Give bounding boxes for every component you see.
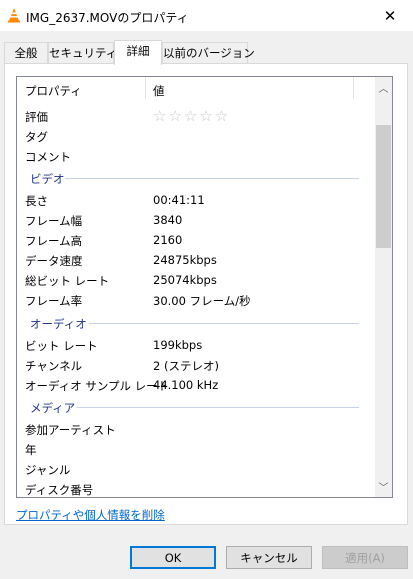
property-name: フレーム高 bbox=[25, 234, 83, 248]
group-header-audio: オーディオ bbox=[17, 313, 375, 333]
property-name: タグ bbox=[25, 130, 48, 144]
list-item[interactable]: 年 bbox=[17, 439, 375, 459]
list-item[interactable]: 総ビット レート 25074kbps bbox=[17, 270, 375, 290]
group-header-media: メディア bbox=[17, 397, 375, 417]
scroll-up-arrow[interactable]: ︿ bbox=[375, 79, 392, 96]
property-name: データ速度 bbox=[25, 254, 83, 268]
group-label: メディア bbox=[30, 401, 76, 415]
vlc-cone-icon bbox=[8, 8, 20, 23]
list-header: プロパティ 値 bbox=[17, 77, 375, 101]
column-header-property[interactable]: プロパティ bbox=[25, 83, 82, 99]
property-name: 長さ bbox=[25, 194, 48, 208]
property-name: 参加アーティスト bbox=[25, 423, 116, 437]
column-divider[interactable] bbox=[145, 77, 146, 99]
list-item[interactable]: フレーム率 30.00 フレーム/秒 bbox=[17, 290, 375, 310]
close-button[interactable]: ✕ bbox=[367, 0, 413, 31]
property-list[interactable]: プロパティ 値 評価 ☆☆☆☆☆ タグ コメント ビデオ 長さ 00:41:11… bbox=[16, 76, 393, 498]
list-item[interactable]: ジャンル bbox=[17, 459, 375, 479]
list-item-rating[interactable]: 評価 ☆☆☆☆☆ bbox=[17, 106, 375, 126]
property-value: 2 (ステレオ) bbox=[153, 359, 219, 373]
property-value: 3840 bbox=[153, 213, 183, 227]
column-header-value[interactable]: 値 bbox=[153, 83, 165, 99]
property-value: 24875kbps bbox=[153, 253, 217, 267]
details-panel: プロパティ 値 評価 ☆☆☆☆☆ タグ コメント ビデオ 長さ 00:41:11… bbox=[4, 63, 408, 525]
chevron-up-icon: ︿ bbox=[378, 84, 389, 95]
group-divider bbox=[77, 407, 359, 408]
property-name: コメント bbox=[25, 150, 71, 164]
group-label: ビデオ bbox=[30, 172, 65, 186]
apply-button[interactable]: 適用(A) bbox=[322, 546, 408, 569]
list-item[interactable]: データ速度 24875kbps bbox=[17, 250, 375, 270]
property-value: 00:41:11 bbox=[153, 193, 205, 207]
list-item[interactable]: 参加アーティスト bbox=[17, 419, 375, 439]
property-name: ジャンル bbox=[25, 463, 71, 477]
group-label: オーディオ bbox=[30, 317, 87, 331]
property-name: ビット レート bbox=[25, 339, 98, 353]
tab-details[interactable]: 詳細 bbox=[114, 40, 162, 65]
scroll-thumb[interactable] bbox=[376, 125, 391, 248]
property-value: 199kbps bbox=[153, 338, 203, 352]
list-item[interactable]: フレーム高 2160 bbox=[17, 230, 375, 250]
vertical-scrollbar[interactable]: ︿ ﹀ bbox=[375, 77, 392, 497]
remove-properties-link[interactable]: プロパティや個人情報を削除 bbox=[16, 507, 165, 523]
property-name: 評価 bbox=[25, 110, 48, 124]
tab-general[interactable]: 全般 bbox=[4, 42, 48, 64]
property-value: 25074kbps bbox=[153, 273, 217, 287]
property-value: 2160 bbox=[153, 233, 183, 247]
rating-stars[interactable]: ☆☆☆☆☆ bbox=[153, 107, 230, 125]
property-name: チャンネル bbox=[25, 359, 83, 373]
property-value: 44.100 kHz bbox=[153, 378, 219, 392]
column-divider[interactable] bbox=[353, 77, 354, 99]
title-bar: IMG_2637.MOVのプロパティ ✕ bbox=[0, 0, 413, 31]
window-title: IMG_2637.MOVのプロパティ bbox=[26, 11, 189, 25]
tab-previous-versions[interactable]: 以前のバージョン bbox=[162, 42, 255, 64]
list-item[interactable]: オーディオ サンプル レート 44.100 kHz bbox=[17, 375, 375, 395]
property-name: フレーム率 bbox=[25, 294, 83, 308]
group-divider bbox=[65, 178, 359, 179]
cancel-button[interactable]: キャンセル bbox=[226, 546, 312, 569]
property-value: 30.00 フレーム/秒 bbox=[153, 294, 251, 308]
scroll-down-arrow[interactable]: ﹀ bbox=[375, 478, 392, 495]
group-divider bbox=[89, 323, 359, 324]
list-item[interactable]: フレーム幅 3840 bbox=[17, 210, 375, 230]
list-item[interactable]: ディスク番号 bbox=[17, 479, 375, 497]
chevron-down-icon: ﹀ bbox=[378, 483, 389, 494]
close-icon: ✕ bbox=[383, 6, 397, 25]
property-name: ディスク番号 bbox=[25, 483, 94, 497]
property-name: 総ビット レート bbox=[25, 274, 110, 288]
tab-security[interactable]: セキュリティ bbox=[48, 42, 117, 64]
group-header-video: ビデオ bbox=[17, 168, 375, 188]
list-item[interactable]: タグ bbox=[17, 126, 375, 146]
property-name: フレーム幅 bbox=[25, 214, 83, 228]
ok-button[interactable]: OK bbox=[130, 546, 216, 569]
list-item[interactable]: ビット レート 199kbps bbox=[17, 335, 375, 355]
list-item[interactable]: チャンネル 2 (ステレオ) bbox=[17, 355, 375, 375]
list-item[interactable]: 長さ 00:41:11 bbox=[17, 190, 375, 210]
property-name: オーディオ サンプル レート bbox=[25, 379, 170, 393]
list-item[interactable]: コメント bbox=[17, 146, 375, 166]
property-name: 年 bbox=[25, 443, 37, 457]
